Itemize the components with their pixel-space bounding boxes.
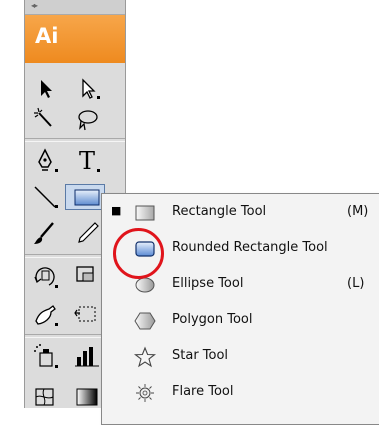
svg-text:T: T <box>79 147 95 175</box>
paintbrush-icon <box>34 222 54 244</box>
app-logo: Ai <box>25 15 125 63</box>
lasso-icon <box>78 110 98 131</box>
rectangle-tool[interactable] <box>65 184 105 210</box>
magic-wand-icon <box>34 107 52 127</box>
menu-item-polygon-tool[interactable]: Polygon Tool <box>102 304 379 338</box>
pen-tool[interactable] <box>29 145 61 175</box>
selection-tool[interactable] <box>29 72 61 102</box>
paintbrush-tool[interactable] <box>29 218 61 248</box>
selection-arrow-icon <box>41 80 52 98</box>
warp-finger-icon <box>35 305 58 326</box>
polygon-icon <box>134 312 156 330</box>
column-graph-icon <box>75 347 99 367</box>
scale-icon <box>76 266 94 282</box>
highlight-circle <box>113 228 164 279</box>
line-segment-icon <box>34 186 58 208</box>
direct-selection-arrow-icon <box>82 78 100 99</box>
checkmark-icon: ■ <box>111 204 122 217</box>
gradient-tool[interactable] <box>71 381 101 411</box>
free-transform-tool[interactable] <box>71 299 101 329</box>
menu-item-star-tool[interactable]: Star Tool <box>102 340 379 374</box>
menu-item-shortcut: (M) <box>347 204 369 219</box>
pencil-icon <box>78 222 99 243</box>
menu-item-flare-tool[interactable]: Flare Tool <box>102 376 379 410</box>
type-t-icon: T <box>79 147 100 175</box>
magic-wand-tool[interactable] <box>29 104 61 134</box>
rectangle-icon <box>135 205 155 221</box>
menu-item-rectangle-tool[interactable]: ■ Rectangle Tool (M) <box>102 196 379 230</box>
pencil-tool[interactable] <box>71 218 101 248</box>
scale-tool[interactable] <box>71 261 101 291</box>
symbol-sprayer-tool[interactable] <box>29 341 61 371</box>
column-graph-tool[interactable] <box>71 341 101 371</box>
menu-item-label: Polygon Tool <box>172 312 253 327</box>
warp-tool[interactable] <box>29 299 61 329</box>
menu-item-label: Rounded Rectangle Tool <box>172 240 328 255</box>
menu-item-label: Ellipse Tool <box>172 276 244 291</box>
symbol-sprayer-icon <box>34 344 58 368</box>
flare-icon <box>136 384 154 402</box>
menu-item-label: Star Tool <box>172 348 229 363</box>
free-transform-icon <box>74 306 96 322</box>
line-segment-tool[interactable] <box>29 181 61 211</box>
rotate-icon <box>34 267 58 288</box>
menu-item-label: Flare Tool <box>172 384 234 399</box>
gradient-icon <box>76 388 98 406</box>
tool-separator <box>25 138 125 142</box>
direct-selection-tool[interactable] <box>71 72 103 102</box>
menu-item-label: Rectangle Tool <box>172 204 267 219</box>
mesh-tool[interactable] <box>29 381 61 411</box>
rotate-tool[interactable] <box>29 261 61 291</box>
mesh-icon <box>35 388 54 406</box>
collapse-arrows-icon[interactable]: ◂▸ <box>31 1 38 10</box>
panel-grip[interactable]: ◂▸ <box>25 0 125 15</box>
menu-item-shortcut: (L) <box>347 276 365 291</box>
rectangle-tool-icon <box>74 189 100 206</box>
lasso-tool[interactable] <box>71 104 103 134</box>
type-tool[interactable]: T <box>71 145 103 175</box>
star-icon <box>133 346 157 368</box>
pen-nib-icon <box>38 148 58 172</box>
